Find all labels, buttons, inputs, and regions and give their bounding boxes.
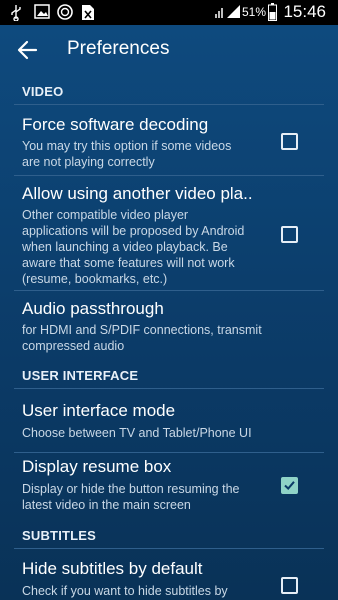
app-bar: Preferences: [0, 25, 338, 75]
usb-icon: [11, 5, 21, 21]
checkmark-icon: [284, 481, 295, 490]
pref-title: Force software decoding: [22, 115, 209, 134]
summary-line: aware that some features will not work: [22, 256, 235, 270]
summary-line: Check if you want to hide subtitles by: [22, 584, 228, 598]
section-header-subtitles: SUBTITLES: [22, 528, 97, 543]
summary-line: compressed audio: [22, 339, 125, 353]
summary-line: Other compatible video player: [22, 208, 189, 222]
summary-line: Choose between TV and Tablet/Phone UI: [22, 426, 252, 440]
pref-audio-passthrough[interactable]: Audio passthrough for HDMI and S/PDIF co…: [0, 291, 338, 359]
pref-checkbox[interactable]: [281, 133, 298, 150]
summary-line: when launching a video playback. Be: [22, 240, 228, 254]
pref-summary: You may try this option if some videos a…: [22, 138, 231, 170]
section-header-video: VIDEO: [22, 84, 64, 99]
pref-checkbox-checked[interactable]: [281, 477, 298, 494]
pref-title: Hide subtitles by default: [22, 559, 203, 578]
pref-summary: Check if you want to hide subtitles by: [22, 583, 228, 599]
image-icon: [34, 4, 50, 19]
wifi-icon: [215, 8, 223, 18]
arrow-back-icon[interactable]: [14, 37, 40, 63]
pref-title: Display resume box: [22, 457, 172, 476]
battery-percent: 51%: [242, 5, 267, 19]
summary-line: (resume, bookmarks, etc.): [22, 272, 168, 286]
pref-user-interface-mode[interactable]: User interface mode Choose between TV an…: [0, 389, 338, 449]
pref-display-resume-box[interactable]: Display resume box Display or hide the b…: [0, 453, 338, 521]
pref-title: Audio passthrough: [22, 299, 164, 318]
pref-allow-another-video-player[interactable]: Allow using another video pla.. Other co…: [0, 176, 338, 290]
status-bar: 51% 15:46: [0, 0, 338, 25]
vlc-app-icon: [57, 4, 73, 20]
pref-summary: Choose between TV and Tablet/Phone UI: [22, 425, 252, 441]
summary-line: are not playing correctly: [22, 155, 155, 169]
pref-force-software-decoding[interactable]: Force software decoding You may try this…: [0, 105, 338, 175]
signal-icon: [227, 5, 240, 18]
summary-line: You may try this option if some videos: [22, 139, 232, 153]
summary-line: applications will be proposed by Android: [22, 224, 245, 238]
section-header-user-interface: USER INTERFACE: [22, 368, 139, 383]
pref-summary: Other compatible video player applicatio…: [22, 207, 244, 287]
pref-title: User interface mode: [22, 401, 176, 420]
pref-summary: for HDMI and S/PDIF connections, transmi…: [22, 322, 262, 354]
preferences-screen: Preferences VIDEO Force software decodin…: [0, 25, 338, 600]
pref-title: Allow using another video pla..: [22, 184, 253, 203]
pref-checkbox[interactable]: [281, 577, 298, 594]
page-title: Preferences: [67, 38, 170, 59]
summary-line: Display or hide the button resuming the: [22, 482, 240, 496]
status-time: 15:46: [283, 2, 326, 21]
battery-icon: [268, 3, 277, 21]
summary-line: for HDMI and S/PDIF connections, transmi…: [22, 323, 262, 337]
pref-hide-subtitles-by-default[interactable]: Hide subtitles by default Check if you w…: [0, 549, 338, 600]
pref-checkbox[interactable]: [281, 226, 298, 243]
file-excel-icon: [82, 5, 94, 20]
pref-summary: Display or hide the button resuming the …: [22, 481, 240, 513]
summary-line: latest video in the main screen: [22, 498, 191, 512]
